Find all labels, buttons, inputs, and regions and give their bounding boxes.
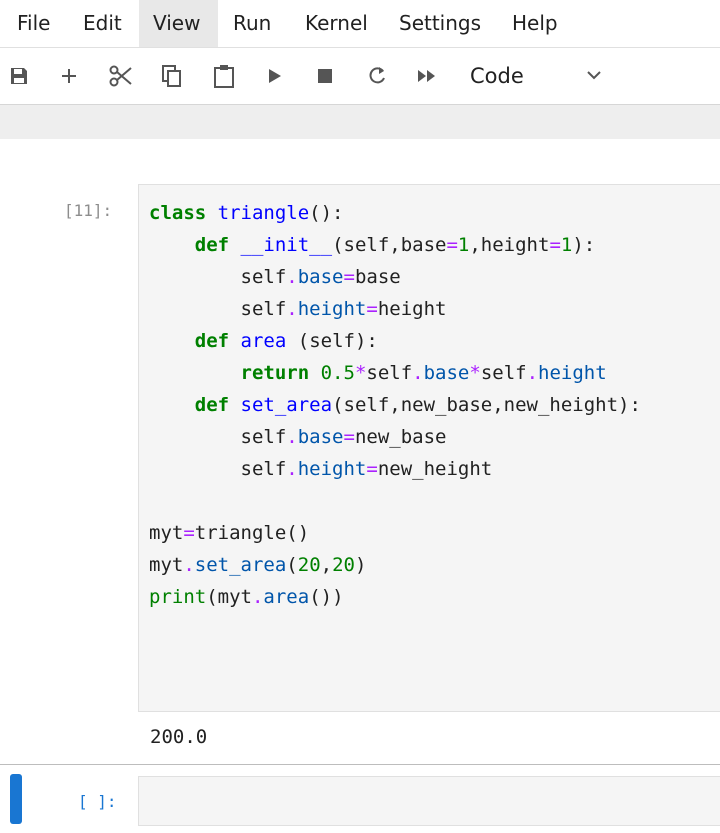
cell-type-dropdown[interactable]: Code xyxy=(458,48,618,104)
menu-file[interactable]: File xyxy=(17,0,50,47)
cell-output: 200.0 xyxy=(150,726,208,748)
menu-view[interactable]: View xyxy=(139,0,218,47)
cell-prompt-empty: [ ]: xyxy=(78,792,117,811)
cell-type-value: Code xyxy=(470,64,524,88)
cell-prompt: [11]: xyxy=(64,201,113,220)
restart-icon[interactable] xyxy=(364,48,390,104)
code-content: class triangle(): def __init__(self,base… xyxy=(149,202,641,608)
add-icon[interactable] xyxy=(56,48,82,104)
run-icon[interactable] xyxy=(264,48,286,104)
menu-settings[interactable]: Settings xyxy=(399,0,481,47)
active-cell-indicator xyxy=(10,774,22,824)
copy-icon[interactable] xyxy=(159,48,185,104)
menu-edit[interactable]: Edit xyxy=(83,0,122,47)
code-cell-editor[interactable]: class triangle(): def __init__(self,base… xyxy=(138,184,720,712)
save-icon[interactable] xyxy=(6,48,32,104)
empty-code-cell-editor[interactable] xyxy=(138,776,720,826)
cut-icon[interactable] xyxy=(106,48,136,104)
fast-forward-icon[interactable] xyxy=(414,48,440,104)
toolbar-strip xyxy=(0,105,720,139)
menu-run[interactable]: Run xyxy=(233,0,271,47)
menu-kernel[interactable]: Kernel xyxy=(305,0,368,47)
notebook-toolbar: Code xyxy=(0,48,720,105)
paste-icon[interactable] xyxy=(210,48,238,104)
stop-icon[interactable] xyxy=(314,48,336,104)
menu-help[interactable]: Help xyxy=(512,0,558,47)
chevron-down-icon xyxy=(586,67,602,87)
menu-bar: File Edit View Run Kernel Settings Help xyxy=(0,0,720,48)
cell-separator xyxy=(0,764,720,765)
